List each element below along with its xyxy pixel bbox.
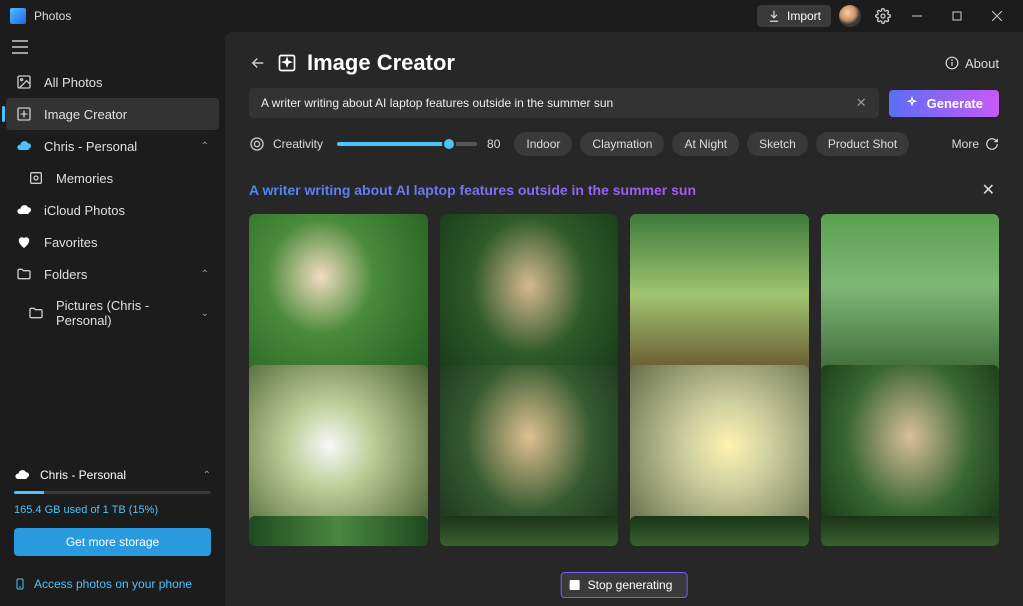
style-pill[interactable]: Sketch bbox=[747, 132, 808, 156]
import-label: Import bbox=[787, 9, 821, 23]
page-title: Image Creator bbox=[307, 50, 455, 76]
creativity-slider[interactable]: 80 bbox=[337, 137, 500, 151]
storage-account: Chris - Personal bbox=[40, 468, 126, 482]
chevron-up-icon[interactable]: ⌃ bbox=[203, 470, 211, 481]
menu-icon bbox=[12, 40, 28, 54]
nav-label: Pictures (Chris - Personal) bbox=[56, 298, 189, 328]
nav-account[interactable]: Chris - Personal ⌃ bbox=[6, 130, 219, 162]
creator-icon bbox=[277, 53, 297, 73]
get-storage-button[interactable]: Get more storage bbox=[14, 528, 211, 556]
folder-icon bbox=[16, 266, 32, 282]
app-title: Photos bbox=[34, 9, 71, 23]
result-tile[interactable] bbox=[440, 516, 619, 546]
app-icon bbox=[10, 8, 26, 24]
phone-access-link[interactable]: Access photos on your phone bbox=[0, 566, 225, 606]
memories-icon bbox=[28, 170, 44, 186]
generate-label: Generate bbox=[927, 96, 983, 111]
about-button[interactable]: About bbox=[945, 56, 999, 71]
nav-label: Folders bbox=[44, 267, 87, 282]
creativity-label: Creativity bbox=[249, 136, 323, 152]
nav-favorites[interactable]: Favorites bbox=[6, 226, 219, 258]
results-grid bbox=[249, 214, 999, 606]
cloud-icon bbox=[16, 138, 32, 154]
icloud-icon bbox=[16, 202, 32, 218]
chevron-up-icon: ⌃ bbox=[201, 141, 209, 152]
nav-label: iCloud Photos bbox=[44, 203, 125, 218]
nav-icloud[interactable]: iCloud Photos bbox=[6, 194, 219, 226]
nav-pictures-folder[interactable]: Pictures (Chris - Personal) ⌄ bbox=[6, 290, 219, 336]
creativity-value: 80 bbox=[487, 137, 500, 151]
style-pill[interactable]: Indoor bbox=[514, 132, 572, 156]
close-results-button[interactable]: ✕ bbox=[978, 176, 999, 204]
nav-all-photos[interactable]: All Photos bbox=[6, 66, 219, 98]
avatar[interactable] bbox=[839, 5, 861, 27]
nav-label: Image Creator bbox=[44, 107, 127, 122]
prompt-field-wrap[interactable]: ✕ bbox=[249, 88, 879, 118]
folder-icon bbox=[28, 305, 44, 321]
generate-button[interactable]: Generate bbox=[889, 90, 999, 117]
maximize-icon bbox=[952, 11, 962, 21]
sparkle-icon bbox=[905, 96, 919, 110]
stop-label: Stop generating bbox=[588, 578, 673, 592]
result-tile[interactable] bbox=[821, 516, 1000, 546]
nav-toggle[interactable] bbox=[0, 32, 225, 62]
nav-image-creator[interactable]: Image Creator bbox=[6, 98, 219, 130]
arrow-left-icon bbox=[249, 54, 267, 72]
close-icon bbox=[992, 11, 1002, 21]
prompt-input[interactable] bbox=[261, 96, 852, 110]
sidebar: All Photos Image Creator Chris - Persona… bbox=[0, 32, 225, 606]
stop-icon bbox=[570, 580, 580, 590]
gear-icon bbox=[875, 8, 891, 24]
result-prompt: A writer writing about AI laptop feature… bbox=[249, 182, 696, 198]
titlebar: Photos Import bbox=[0, 0, 1023, 32]
photos-icon bbox=[16, 74, 32, 90]
chevron-up-icon: ⌃ bbox=[201, 269, 209, 280]
style-pills: Indoor Claymation At Night Sketch Produc… bbox=[514, 132, 909, 156]
style-pill[interactable]: Claymation bbox=[580, 132, 664, 156]
nav-label: Memories bbox=[56, 171, 113, 186]
style-pill[interactable]: At Night bbox=[672, 132, 739, 156]
about-label: About bbox=[965, 56, 999, 71]
storage-used: 165.4 GB used of 1 TB (15%) bbox=[14, 504, 211, 516]
storage-panel: Chris - Personal ⌃ 165.4 GB used of 1 TB… bbox=[0, 455, 225, 566]
nav-label: All Photos bbox=[44, 75, 103, 90]
import-button[interactable]: Import bbox=[757, 5, 831, 27]
stop-generating-button[interactable]: Stop generating bbox=[561, 572, 688, 598]
style-pill[interactable]: Product Shot bbox=[816, 132, 909, 156]
close-button[interactable] bbox=[977, 0, 1017, 32]
import-icon bbox=[767, 9, 781, 23]
storage-bar bbox=[14, 491, 211, 494]
cloud-icon bbox=[14, 467, 30, 483]
settings-button[interactable] bbox=[869, 0, 897, 32]
nav-label: Favorites bbox=[44, 235, 97, 250]
minimize-button[interactable] bbox=[897, 0, 937, 32]
nav-folders[interactable]: Folders ⌃ bbox=[6, 258, 219, 290]
heart-icon bbox=[16, 234, 32, 250]
result-tile[interactable] bbox=[630, 516, 809, 546]
info-icon bbox=[945, 56, 959, 70]
content: Image Creator About ✕ Generate Creativit… bbox=[225, 32, 1023, 606]
phone-icon bbox=[14, 576, 26, 592]
chevron-down-icon: ⌄ bbox=[201, 308, 209, 319]
sparkle-icon bbox=[16, 106, 32, 122]
maximize-button[interactable] bbox=[937, 0, 977, 32]
clear-prompt-button[interactable]: ✕ bbox=[852, 95, 871, 111]
phone-link-label: Access photos on your phone bbox=[34, 577, 192, 591]
slider-thumb[interactable] bbox=[442, 137, 456, 151]
refresh-icon bbox=[985, 137, 999, 151]
minimize-icon bbox=[912, 11, 922, 21]
nav-memories[interactable]: Memories bbox=[6, 162, 219, 194]
more-styles-button[interactable]: More bbox=[952, 137, 999, 151]
back-button[interactable] bbox=[249, 54, 267, 72]
nav-label: Chris - Personal bbox=[44, 139, 137, 154]
storage-fill bbox=[14, 491, 44, 494]
result-tile[interactable] bbox=[249, 516, 428, 546]
target-icon bbox=[249, 136, 265, 152]
